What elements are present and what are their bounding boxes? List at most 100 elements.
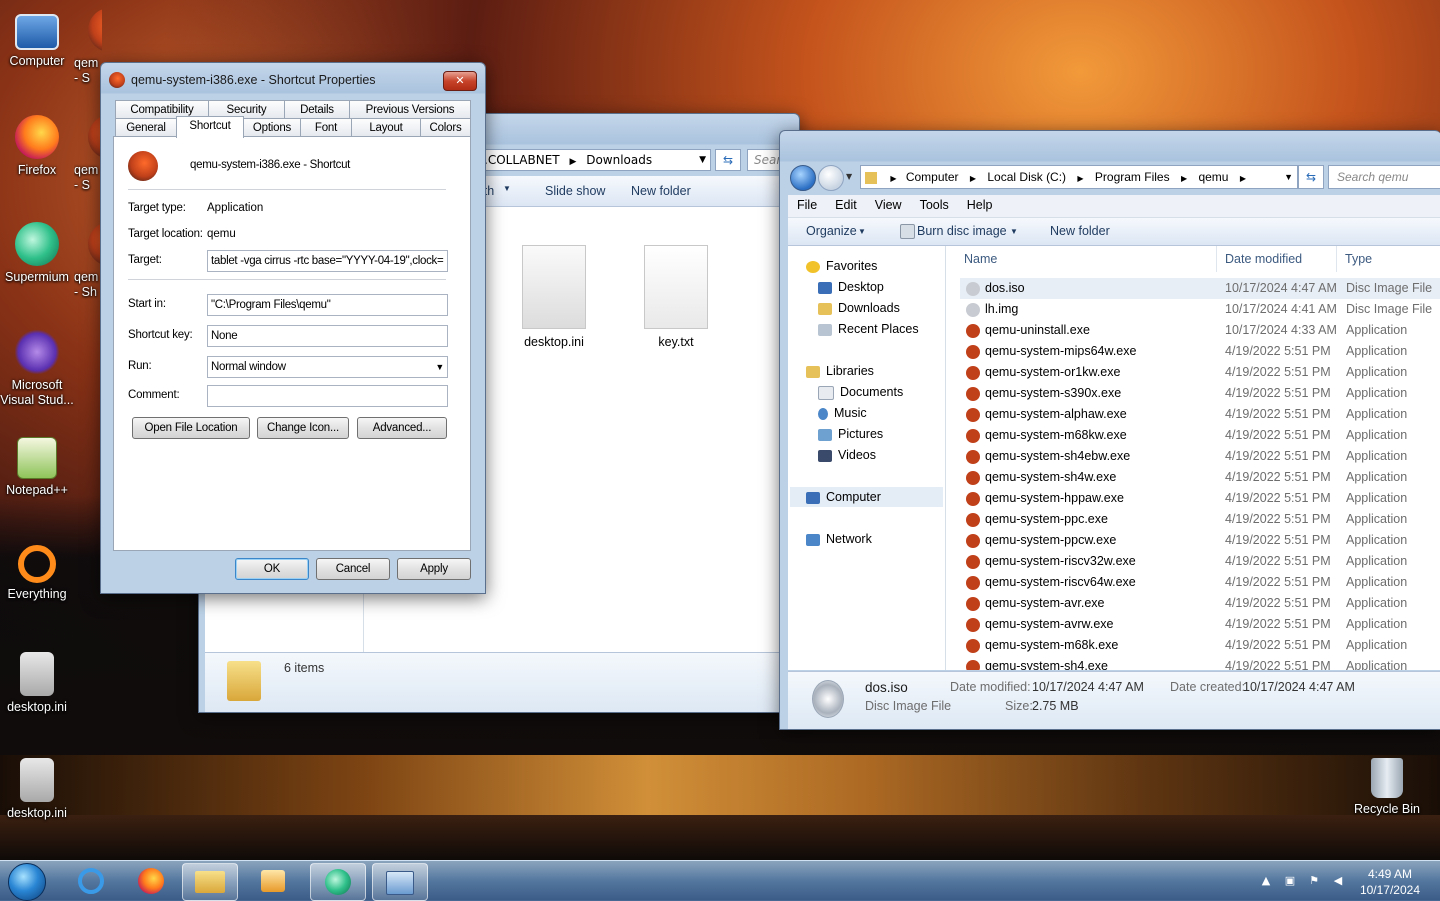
nav-music[interactable]: Music bbox=[818, 403, 867, 423]
nav-network[interactable]: Network bbox=[806, 529, 872, 549]
new-folder-button[interactable]: New folder bbox=[1050, 224, 1110, 238]
menu-file[interactable]: File bbox=[788, 195, 826, 215]
recent-pages-icon[interactable]: ▼ bbox=[846, 172, 852, 181]
apply-button[interactable]: Apply bbox=[397, 558, 471, 580]
forward-arrow-icon[interactable] bbox=[818, 165, 844, 191]
table-row[interactable]: qemu-system-mips64w.exe 4/19/2022 5:51 PM… bbox=[960, 341, 1440, 362]
run-select[interactable]: Normal window ▼ bbox=[207, 356, 448, 378]
front-address-bar[interactable]: ▶ Computer ▶ Local Disk (C:) ▶ Program F… bbox=[860, 165, 1298, 189]
refresh-icon[interactable]: ⇆ bbox=[1298, 165, 1324, 189]
tab-colors[interactable]: Colors bbox=[420, 118, 471, 137]
close-button[interactable]: ✕ bbox=[443, 71, 477, 91]
advanced-button[interactable]: Advanced... bbox=[357, 417, 447, 439]
nav-documents[interactable]: Documents bbox=[818, 382, 903, 402]
table-row[interactable]: lh.img 10/17/2024 4:41 AM Disc Image File bbox=[960, 299, 1440, 320]
start-in-input[interactable]: "C:\Program Files\qemu" bbox=[207, 294, 448, 316]
menu-tools[interactable]: Tools bbox=[911, 195, 958, 215]
address-segment[interactable]: Downloads bbox=[586, 153, 652, 167]
column-header-date[interactable]: Date modified bbox=[1225, 252, 1302, 266]
taskbar-control-panel[interactable] bbox=[372, 863, 428, 901]
table-row[interactable]: qemu-system-sh4w.exe 4/19/2022 5:51 PM App… bbox=[960, 467, 1440, 488]
nav-recent-places[interactable]: Recent Places bbox=[818, 319, 919, 339]
nav-downloads[interactable]: Downloads bbox=[818, 298, 900, 318]
taskbar-firefox[interactable] bbox=[124, 863, 178, 899]
table-row[interactable]: qemu-system-avr.exe 4/19/2022 5:51 PM Appl… bbox=[960, 593, 1440, 614]
desktop-icon-computer[interactable]: Computer bbox=[0, 8, 74, 69]
comment-input[interactable] bbox=[207, 385, 448, 407]
menu-view[interactable]: View bbox=[866, 195, 911, 215]
nav-libraries[interactable]: Libraries bbox=[806, 361, 874, 381]
desktop-icon-qemu-3[interactable]: qem - Sh bbox=[74, 222, 102, 300]
desktop-icon-visual-studio[interactable]: Microsoft Visual Stud... bbox=[0, 330, 74, 408]
column-header-type[interactable]: Type bbox=[1345, 252, 1372, 266]
desktop-icon-desktop-ini-2[interactable]: desktop.ini bbox=[0, 758, 74, 821]
tab-options[interactable]: Options bbox=[243, 118, 301, 137]
desktop-icon-qemu-2[interactable]: qem - S bbox=[74, 115, 102, 193]
menu-edit[interactable]: Edit bbox=[826, 195, 866, 215]
open-file-location-button[interactable]: Open File Location bbox=[132, 417, 250, 439]
dropdown-arrow-icon[interactable]: ▼ bbox=[1284, 166, 1293, 188]
table-row[interactable]: qemu-system-m68kw.exe 4/19/2022 5:51 PM Ap… bbox=[960, 425, 1440, 446]
shortcut-properties-dialog[interactable]: qemu-system-i386.exe - Shortcut Properti… bbox=[100, 62, 486, 594]
file-item[interactable]: desktop.ini bbox=[509, 245, 599, 349]
nav-computer[interactable]: Computer bbox=[790, 487, 943, 507]
burn-disc-button[interactable]: Burn disc image bbox=[917, 224, 1007, 238]
change-icon-button[interactable]: Change Icon... bbox=[257, 417, 349, 439]
column-header-name[interactable]: Name bbox=[964, 252, 997, 266]
nav-pictures[interactable]: Pictures bbox=[818, 424, 883, 444]
address-segment[interactable]: Local Disk (C:) bbox=[987, 170, 1066, 184]
tab-previous-versions[interactable]: Previous Versions bbox=[349, 100, 471, 119]
ok-button[interactable]: OK bbox=[235, 558, 309, 580]
table-row[interactable]: qemu-system-riscv64w.exe 4/19/2022 5:51 P… bbox=[960, 572, 1440, 593]
desktop-icon-firefox[interactable]: Firefox bbox=[0, 115, 74, 178]
action-center-flag-icon[interactable]: ⚑ bbox=[1308, 875, 1320, 887]
cancel-button[interactable]: Cancel bbox=[316, 558, 390, 580]
table-row[interactable]: qemu-system-avrw.exe 4/19/2022 5:51 PM App… bbox=[960, 614, 1440, 635]
new-folder-button[interactable]: New folder bbox=[631, 184, 691, 198]
front-search-input[interactable]: Search qemu bbox=[1328, 165, 1440, 189]
desktop-icon-desktop-ini-1[interactable]: desktop.ini bbox=[0, 652, 74, 715]
tab-shortcut[interactable]: Shortcut bbox=[176, 116, 244, 138]
tab-font[interactable]: Font bbox=[300, 118, 352, 137]
table-row[interactable]: dos.iso 10/17/2024 4:47 AM Disc Image File bbox=[960, 278, 1440, 299]
nav-favorites[interactable]: Favorites bbox=[806, 256, 877, 276]
desktop-icon-qemu-1[interactable]: qem - S bbox=[74, 8, 102, 86]
table-row[interactable]: qemu-system-alphaw.exe 4/19/2022 5:51 PM A… bbox=[960, 404, 1440, 425]
front-explorer-window[interactable]: ▼ ▶ Computer ▶ Local Disk (C:) ▶ Program… bbox=[779, 130, 1440, 730]
table-row[interactable]: qemu-system-m68k.exe 4/19/2022 5:51 PM App… bbox=[960, 635, 1440, 656]
menu-help[interactable]: Help bbox=[958, 195, 1002, 215]
dropdown-arrow-icon[interactable]: ▼ bbox=[699, 150, 706, 170]
nav-desktop[interactable]: Desktop bbox=[818, 277, 884, 297]
desktop-icon-everything[interactable]: Everything bbox=[0, 545, 74, 602]
volume-muted-icon[interactable]: ◀ bbox=[1332, 875, 1344, 887]
target-input[interactable]: tablet -vga cirrus -rtc base="YYYY-04-19… bbox=[207, 250, 448, 272]
taskbar-explorer[interactable] bbox=[182, 863, 238, 901]
table-row[interactable]: qemu-system-sh4.exe 4/19/2022 5:51 PM Appl… bbox=[960, 656, 1440, 670]
address-segment[interactable]: Program Files bbox=[1095, 170, 1170, 184]
taskbar-media-player[interactable] bbox=[246, 863, 300, 899]
table-row[interactable]: qemu-uninstall.exe 10/17/2024 4:33 AM Appl… bbox=[960, 320, 1440, 341]
start-button[interactable] bbox=[8, 863, 46, 901]
table-row[interactable]: qemu-system-hppaw.exe 4/19/2022 5:51 PM Ap… bbox=[960, 488, 1440, 509]
clock[interactable]: 4:49 AM 10/17/2024 bbox=[1360, 866, 1420, 898]
refresh-icon[interactable]: ⇆ bbox=[715, 149, 741, 171]
taskbar-supermium[interactable] bbox=[310, 863, 366, 901]
address-segment[interactable]: .COLLABNET bbox=[484, 153, 560, 167]
shortcut-key-input[interactable]: None bbox=[207, 325, 448, 347]
desktop-icon-recycle-bin[interactable]: Recycle Bin bbox=[1350, 758, 1424, 817]
tab-details[interactable]: Details bbox=[284, 100, 350, 119]
taskbar-internet-explorer[interactable] bbox=[64, 863, 118, 899]
table-row[interactable]: qemu-system-sh4ebw.exe 4/19/2022 5:51 PM A… bbox=[960, 446, 1440, 467]
table-row[interactable]: qemu-system-or1kw.exe 4/19/2022 5:51 PM Ap… bbox=[960, 362, 1440, 383]
organize-button[interactable]: Organize bbox=[806, 224, 857, 238]
tab-general[interactable]: General bbox=[115, 118, 177, 137]
address-segment[interactable]: Computer bbox=[906, 170, 959, 184]
network-tray-icon[interactable]: ▣ bbox=[1284, 875, 1296, 887]
table-row[interactable]: qemu-system-ppcw.exe 4/19/2022 5:51 PM App… bbox=[960, 530, 1440, 551]
table-row[interactable]: qemu-system-riscv32w.exe 4/19/2022 5:51 P… bbox=[960, 551, 1440, 572]
back-arrow-icon[interactable] bbox=[790, 165, 816, 191]
file-item[interactable]: key.txt bbox=[631, 245, 721, 349]
desktop-icon-supermium[interactable]: Supermium bbox=[0, 222, 74, 285]
table-row[interactable]: qemu-system-ppc.exe 4/19/2022 5:51 PM Appl… bbox=[960, 509, 1440, 530]
tab-layout[interactable]: Layout bbox=[351, 118, 421, 137]
